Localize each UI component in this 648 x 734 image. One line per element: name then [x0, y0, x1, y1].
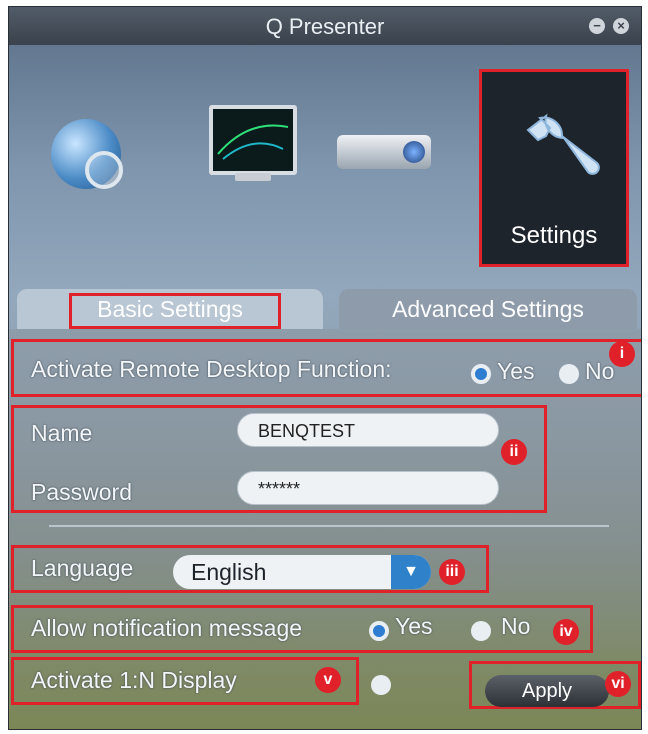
chevron-down-icon[interactable]: ▼ — [391, 555, 431, 589]
annotation-badge-ii: ii — [501, 439, 527, 465]
monitor-icon[interactable] — [209, 105, 297, 175]
wrench-icon — [526, 113, 600, 175]
settings-mode-tile[interactable]: Settings — [479, 69, 629, 267]
remote-desktop-label: Activate Remote Desktop Function: — [31, 356, 392, 382]
highlight-basic-tab — [69, 293, 281, 329]
name-label: Name — [31, 420, 93, 446]
projector-icon[interactable] — [337, 135, 431, 169]
globe-search-icon[interactable] — [51, 119, 123, 189]
password-label: Password — [31, 479, 132, 505]
q-presenter-window: Q Presenter − × Settings Basic Settings … — [8, 6, 642, 730]
notification-label: Allow notification message — [31, 615, 303, 641]
magnifier-icon — [85, 151, 123, 189]
one-to-n-label: Activate 1:N Display — [31, 667, 237, 693]
section-divider — [49, 525, 609, 527]
remote-no-radio[interactable] — [559, 364, 579, 384]
remote-yes-label: Yes — [497, 358, 535, 384]
title-bar: Q Presenter − × — [9, 7, 641, 45]
annotation-badge-iii: iii — [439, 559, 465, 585]
close-button[interactable]: × — [613, 18, 629, 34]
notification-no-radio[interactable] — [471, 621, 491, 641]
language-selected-value: English — [191, 559, 267, 585]
projector-lens — [403, 141, 425, 163]
notification-no-label: No — [501, 613, 531, 639]
password-input[interactable]: ****** — [237, 471, 499, 505]
annotation-badge-iv: iv — [553, 619, 579, 645]
language-label: Language — [31, 555, 134, 581]
settings-label: Settings — [510, 222, 598, 249]
tab-advanced-label: Advanced Settings — [392, 296, 584, 322]
tab-advanced-settings[interactable]: Advanced Settings — [339, 289, 637, 329]
window-title: Q Presenter — [265, 14, 385, 39]
language-select[interactable]: English ▼ — [173, 555, 431, 589]
notification-yes-radio[interactable] — [369, 621, 389, 641]
monitor-screen-graphic — [217, 124, 289, 160]
notification-yes-label: Yes — [395, 613, 433, 639]
minimize-button[interactable]: − — [589, 18, 605, 34]
remote-yes-radio[interactable] — [471, 364, 491, 384]
one-to-n-toggle[interactable] — [371, 675, 391, 695]
apply-button[interactable]: Apply — [485, 675, 609, 707]
monitor-stand — [235, 173, 271, 181]
name-input[interactable]: BENQTEST — [237, 413, 499, 447]
remote-no-label: No — [585, 358, 615, 384]
annotation-badge-v: v — [315, 667, 341, 693]
annotation-badge-vi: vi — [605, 671, 631, 697]
annotation-badge-i: i — [609, 341, 635, 367]
